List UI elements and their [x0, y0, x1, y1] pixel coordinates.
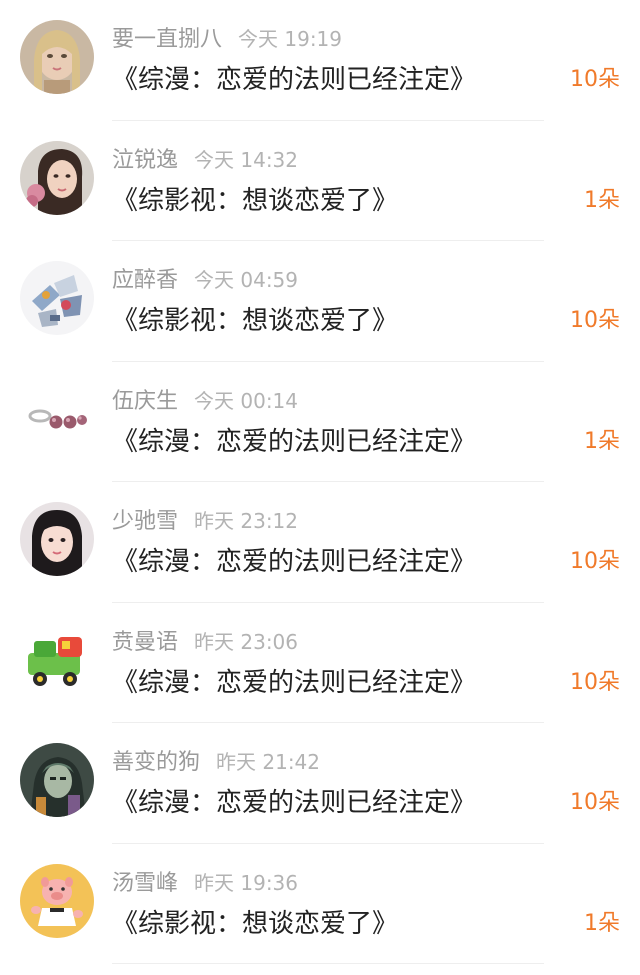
username[interactable]: 伍庆生	[112, 389, 178, 414]
timestamp: 昨天 19:36	[194, 870, 299, 895]
username[interactable]: 应醉香	[112, 268, 178, 293]
list-item[interactable]: 应醉香 今天 04:59 《综影视：想谈恋爱了》 10朵	[0, 241, 640, 362]
meta-line: 伍庆生 今天 00:14	[112, 386, 298, 416]
divider	[112, 963, 544, 964]
meta-line: 汤雪峰 昨天 19:36	[112, 868, 298, 898]
book-title[interactable]: 《综漫：恋爱的法则已经注定》	[112, 663, 476, 703]
meta-line: 泣锐逸 今天 14:32	[112, 145, 298, 175]
gift-record-list: 要一直捌八 今天 19:19 《综漫：恋爱的法则已经注定》 10朵 泣锐逸 今天 1…	[0, 0, 640, 975]
gift-count: 10朵	[570, 549, 620, 574]
list-item[interactable]: 少驰雪 昨天 23:12 《综漫：恋爱的法则已经注定》 10朵	[0, 482, 640, 603]
gift-count: 10朵	[570, 308, 620, 333]
username[interactable]: 少驰雪	[112, 509, 178, 534]
list-item[interactable]: 贲曼语 昨天 23:06 《综漫：恋爱的法则已经注定》 10朵	[0, 603, 640, 723]
gift-count: 1朵	[584, 910, 620, 936]
book-title[interactable]: 《综影视：想谈恋爱了》	[112, 301, 398, 341]
username[interactable]: 贲曼语	[112, 630, 178, 655]
list-item[interactable]: 伍庆生 今天 00:14 《综漫：恋爱的法则已经注定》 1朵	[0, 362, 640, 482]
meta-line: 贲曼语 昨天 23:06	[112, 627, 298, 657]
timestamp: 今天 14:32	[194, 147, 299, 172]
username[interactable]: 要一直捌八	[112, 27, 222, 52]
book-title[interactable]: 《综漫：恋爱的法则已经注定》	[112, 542, 476, 582]
meta-line: 少驰雪 昨天 23:12	[112, 506, 298, 536]
woman-portrait-avatar-icon[interactable]	[20, 140, 94, 215]
timestamp: 昨天 23:12	[194, 509, 299, 533]
meta-line: 应醉香 今天 04:59	[112, 265, 298, 295]
pearl-ring-avatar-icon[interactable]	[20, 381, 94, 456]
list-item[interactable]: 泣锐逸 今天 14:32 《综影视：想谈恋爱了》 1朵	[0, 121, 640, 241]
username[interactable]: 善变的狗	[112, 750, 200, 775]
timestamp: 今天 04:59	[194, 268, 299, 292]
timestamp: 今天 00:14	[194, 388, 299, 413]
gift-count: 10朵	[570, 669, 620, 695]
username[interactable]: 泣锐逸	[112, 148, 178, 173]
gift-count: 10朵	[570, 67, 620, 92]
girl-portrait-avatar-icon[interactable]	[20, 20, 94, 94]
anime-character-avatar-icon[interactable]	[20, 743, 94, 817]
girl-selfie-avatar-icon[interactable]	[20, 502, 94, 576]
gift-count: 10朵	[570, 790, 620, 815]
robot-toy-avatar-icon[interactable]	[20, 261, 94, 335]
gift-count: 1朵	[584, 187, 620, 213]
book-title[interactable]: 《综影视：想谈恋爱了》	[112, 904, 398, 944]
meta-line: 善变的狗 昨天 21:42	[112, 747, 320, 777]
book-title[interactable]: 《综漫：恋爱的法则已经注定》	[112, 60, 476, 100]
timestamp: 今天 19:19	[238, 27, 343, 51]
toy-truck-avatar-icon[interactable]	[20, 622, 94, 697]
timestamp: 昨天 21:42	[216, 750, 321, 774]
gift-count: 1朵	[584, 428, 620, 454]
meta-line: 要一直捌八 今天 19:19	[112, 24, 342, 54]
list-item[interactable]: 要一直捌八 今天 19:19 《综漫：恋爱的法则已经注定》 10朵	[0, 0, 640, 121]
list-item[interactable]: 汤雪峰 昨天 19:36 《综影视：想谈恋爱了》 1朵	[0, 844, 640, 964]
book-title[interactable]: 《综漫：恋爱的法则已经注定》	[112, 783, 476, 823]
timestamp: 昨天 23:06	[194, 629, 299, 654]
book-title[interactable]: 《综漫：恋爱的法则已经注定》	[112, 422, 476, 462]
list-item[interactable]: 善变的狗 昨天 21:42 《综漫：恋爱的法则已经注定》 10朵	[0, 723, 640, 844]
username[interactable]: 汤雪峰	[112, 871, 178, 896]
book-title[interactable]: 《综影视：想谈恋爱了》	[112, 181, 398, 221]
cartoon-pig-avatar-icon[interactable]	[20, 863, 94, 938]
